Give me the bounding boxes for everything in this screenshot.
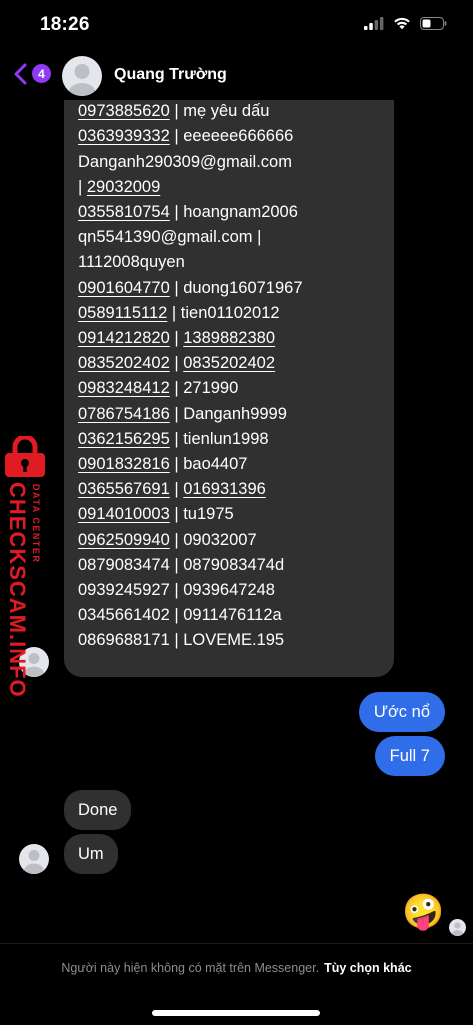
- received-message[interactable]: Um: [64, 834, 118, 874]
- battery-icon: [420, 16, 447, 30]
- seen-avatar: [449, 919, 466, 936]
- line-text: | duong16071967: [169, 278, 303, 297]
- message-line: Danganh290309@gmail.com: [78, 150, 303, 175]
- line-text: | 09032007: [169, 530, 257, 549]
- footer-bar: Người này hiện không có mặt trên Messeng…: [0, 943, 473, 1025]
- phone-link[interactable]: 0914010003: [78, 505, 170, 523]
- phone-link[interactable]: 0363939332: [78, 127, 170, 145]
- message-line: 0901832816 | bao4407: [78, 452, 303, 477]
- line-text: | eeeeee666666: [169, 127, 294, 146]
- message-line: 0589115112 | tien01102012: [78, 301, 303, 326]
- phone-link[interactable]: 0835202402: [78, 354, 170, 372]
- line-text: 0869688171 | LOVEME.195: [78, 631, 285, 650]
- line-text: |: [169, 480, 184, 499]
- line-text: |: [78, 177, 87, 196]
- message-line: 0962509940 | 09032007: [78, 528, 303, 553]
- footer-status: Người này hiện không có mặt trên Messeng…: [0, 961, 473, 975]
- received-long-message[interactable]: 0974132174 | nguyenlinh0973885620 | mẹ y…: [64, 100, 394, 677]
- line-text: | 271990: [169, 379, 239, 398]
- message-line: 0786754186 | Danganh9999: [78, 402, 303, 427]
- phone-link[interactable]: 0901832816: [78, 455, 170, 473]
- message-line: | 29032009: [78, 175, 303, 200]
- sent-message[interactable]: Full 7: [374, 736, 445, 776]
- message-line: 0869688171 | LOVEME.195: [78, 628, 303, 653]
- line-text: | tienlun1998: [169, 429, 269, 448]
- line-text: 0879083474 | 0879083474d: [78, 555, 285, 574]
- sender-avatar[interactable]: [19, 844, 49, 874]
- phone-link[interactable]: 0589115112: [78, 304, 167, 322]
- message-line: 1112008quyen: [78, 250, 303, 275]
- line-text: |: [169, 354, 184, 373]
- message-lines: 0974132174 | nguyenlinh0973885620 | mẹ y…: [78, 100, 303, 654]
- checkscam-watermark: DATA CENTER CHECKSCAM.INFO: [2, 434, 50, 698]
- line-text: 1112008quyen: [78, 253, 185, 272]
- line-text: | mẹ yêu dấu: [169, 102, 270, 121]
- offline-note: Người này hiện không có mặt trên Messeng…: [61, 961, 320, 975]
- line-text: |: [169, 329, 184, 348]
- message-line: 0835202402 | 0835202402: [78, 351, 303, 376]
- phone-link[interactable]: 0355810754: [78, 203, 170, 221]
- contact-avatar[interactable]: [62, 56, 102, 96]
- line-text: Danganh290309@gmail.com: [78, 152, 292, 171]
- home-indicator[interactable]: [152, 1010, 320, 1016]
- line-text: | tien01102012: [167, 303, 280, 322]
- line-text: 0939245927 | 0939647248: [78, 581, 275, 600]
- line-text: 0345661402 | 0911476112a: [78, 606, 282, 625]
- message-line: 0355810754 | hoangnam2006: [78, 200, 303, 225]
- phone-link[interactable]: 0901604770: [78, 279, 170, 297]
- message-line: 0879083474 | 0879083474d: [78, 553, 303, 578]
- message-line: 0973885620 | mẹ yêu dấu: [78, 100, 303, 124]
- phone-link[interactable]: 0786754186: [78, 405, 170, 423]
- status-bar: 18:26: [0, 0, 473, 50]
- back-button[interactable]: [12, 62, 30, 91]
- message-line: 0362156295 | tienlun1998: [78, 427, 303, 452]
- phone-link[interactable]: 0835202402: [183, 354, 275, 372]
- chevron-left-icon: [12, 62, 30, 91]
- unread-count-badge: 4: [32, 64, 51, 83]
- phone-link[interactable]: 0962509940: [78, 531, 170, 549]
- status-icons: [364, 16, 447, 30]
- status-time: 18:26: [40, 14, 90, 35]
- line-text: | Danganh9999: [169, 404, 287, 423]
- phone-link[interactable]: 0914212820: [78, 329, 170, 347]
- wifi-icon: [393, 16, 411, 30]
- phone-link[interactable]: 0983248412: [78, 379, 170, 397]
- phone-link[interactable]: 0362156295: [78, 430, 170, 448]
- conversation-header: 4 Quang Trường: [0, 50, 473, 100]
- more-options-link[interactable]: Tùy chọn khác: [324, 961, 412, 975]
- message-line: 0901604770 | duong16071967: [78, 276, 303, 301]
- sent-message[interactable]: Ước nổ: [358, 692, 445, 732]
- message-line: 0365567691 | 016931396: [78, 477, 303, 502]
- watermark-brand: CHECKSCAM.INFO: [5, 482, 30, 698]
- phone-link[interactable]: 0365567691: [78, 480, 170, 498]
- phone-link[interactable]: 016931396: [183, 480, 266, 498]
- line-text: qn5541390@gmail.com |: [78, 228, 262, 247]
- phone-link[interactable]: 29032009: [87, 178, 160, 196]
- phone-link[interactable]: 1389882380: [183, 329, 275, 347]
- chat-thread[interactable]: 0974132174 | nguyenlinh0973885620 | mẹ y…: [0, 100, 473, 942]
- line-text: | hoangnam2006: [169, 203, 298, 222]
- message-line: 0345661402 | 0911476112a: [78, 603, 303, 628]
- phone-link[interactable]: 0973885620: [78, 102, 170, 120]
- message-line: 0914010003 | tu1975: [78, 502, 303, 527]
- message-line: 0939245927 | 0939647248: [78, 578, 303, 603]
- received-message[interactable]: Done: [64, 790, 132, 830]
- line-text: | tu1975: [169, 505, 234, 524]
- sent-emoji[interactable]: 🤪: [402, 892, 444, 932]
- message-line: 0914212820 | 1389882380: [78, 326, 303, 351]
- watermark-subtitle: DATA CENTER: [31, 484, 41, 564]
- message-line: 0983248412 | 271990: [78, 376, 303, 401]
- line-text: | bao4407: [169, 455, 248, 474]
- lock-icon: [2, 434, 48, 483]
- message-line: qn5541390@gmail.com |: [78, 225, 303, 250]
- message-line: 0363939332 | eeeeee666666: [78, 124, 303, 149]
- contact-name[interactable]: Quang Trường: [114, 66, 227, 84]
- signal-icon: [364, 16, 384, 30]
